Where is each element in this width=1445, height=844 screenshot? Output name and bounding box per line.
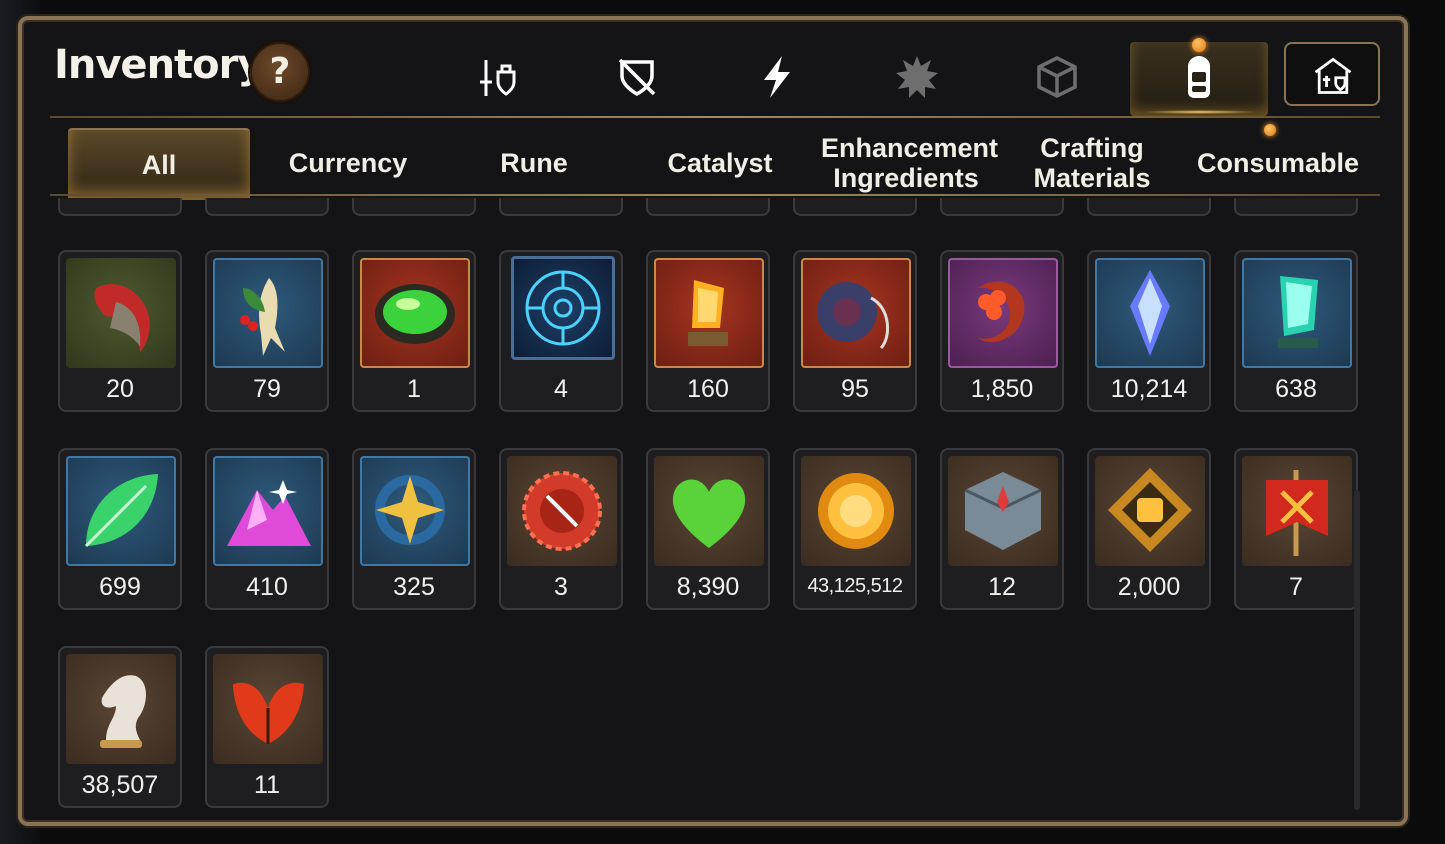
item-slot[interactable]: 325 xyxy=(352,448,476,610)
item-count: 11 xyxy=(254,771,280,799)
stone-cube-icon xyxy=(948,456,1058,566)
backpack-icon[interactable] xyxy=(1170,48,1228,106)
item-count: 95 xyxy=(841,375,869,403)
item-count: 410 xyxy=(246,573,288,601)
item-slot[interactable]: 7 xyxy=(1234,448,1358,610)
item-slot[interactable]: 410 xyxy=(205,448,329,610)
item-slot[interactable]: 2,000 xyxy=(1087,448,1211,610)
help-button[interactable]: ? xyxy=(250,42,310,102)
partial-slot xyxy=(940,198,1064,216)
scrollbar[interactable] xyxy=(1354,490,1360,810)
item-slot[interactable]: 4 xyxy=(499,250,623,412)
autumn-leaf-icon xyxy=(213,654,323,764)
character-equipment-icon[interactable] xyxy=(468,48,526,106)
fist-emblem-icon xyxy=(1095,456,1205,566)
item-count: 8,390 xyxy=(676,573,740,601)
item-slot[interactable]: 95 xyxy=(793,250,917,412)
tabs-divider xyxy=(50,194,1380,196)
green-gem-icon xyxy=(360,258,470,368)
notification-dot xyxy=(1264,124,1276,136)
item-slot[interactable]: 160 xyxy=(646,250,770,412)
item-count: 3 xyxy=(554,573,568,601)
crescent-flower-icon xyxy=(948,258,1058,368)
item-slot[interactable]: 638 xyxy=(1234,250,1358,412)
item-count: 4 xyxy=(554,375,568,403)
active-category-glow xyxy=(1142,110,1258,114)
filter-tabs: All Currency Rune Catalyst Enhancement I… xyxy=(62,128,1382,200)
pink-crystal-pile-icon xyxy=(213,456,323,566)
item-count: 699 xyxy=(99,573,141,601)
item-grid: 20 79 1 4 160 95 1,850 10,214 638 699 41… xyxy=(58,198,1368,818)
dice-icon[interactable] xyxy=(1028,48,1086,106)
ginseng-root-icon xyxy=(213,258,323,368)
red-banner-icon xyxy=(1242,456,1352,566)
knight-house-icon xyxy=(1304,48,1362,102)
item-count: 160 xyxy=(687,375,729,403)
partial-slot xyxy=(793,198,917,216)
lightning-icon[interactable] xyxy=(748,48,806,106)
notification-dot xyxy=(1192,38,1206,52)
tab-enhancement-ingredients[interactable]: Enhancement Ingredients xyxy=(816,128,998,198)
tab-rune[interactable]: Rune xyxy=(444,128,624,198)
item-count: 38,507 xyxy=(81,771,159,799)
item-count: 325 xyxy=(393,573,435,601)
pendant-ring-icon xyxy=(801,258,911,368)
star-compass-icon xyxy=(360,456,470,566)
item-count: 638 xyxy=(1275,375,1317,403)
gold-coin-icon xyxy=(801,456,911,566)
red-badge-icon xyxy=(507,456,617,566)
blue-rune-circle-icon xyxy=(511,256,615,360)
partial-slot xyxy=(205,198,329,216)
item-slot[interactable]: 1 xyxy=(352,250,476,412)
tab-all[interactable]: All xyxy=(68,128,250,200)
red-claw-icon xyxy=(66,258,176,368)
item-slot[interactable]: 79 xyxy=(205,250,329,412)
item-slot[interactable]: 8,390 xyxy=(646,448,770,610)
tab-crafting-materials[interactable]: Crafting Materials xyxy=(1002,128,1182,198)
tab-consumable[interactable]: Consumable xyxy=(1188,128,1368,198)
item-count: 12 xyxy=(988,573,1016,601)
header-divider xyxy=(50,116,1380,118)
item-slot[interactable]: 20 xyxy=(58,250,182,412)
amber-crystal-icon xyxy=(654,258,764,368)
item-count: 79 xyxy=(253,375,281,403)
item-count: 20 xyxy=(106,375,134,403)
green-heart-icon xyxy=(654,456,764,566)
item-slot[interactable]: 12 xyxy=(940,448,1064,610)
partial-slot xyxy=(646,198,770,216)
partial-slot xyxy=(352,198,476,216)
tab-catalyst[interactable]: Catalyst xyxy=(630,128,810,198)
item-count: 7 xyxy=(1289,573,1303,601)
tab-currency[interactable]: Currency xyxy=(258,128,438,198)
item-count: 1 xyxy=(407,375,421,403)
partial-slot xyxy=(1234,198,1358,216)
item-slot[interactable]: 38,507 xyxy=(58,646,182,808)
broken-shield-icon[interactable] xyxy=(608,48,666,106)
teal-crystal-icon xyxy=(1242,258,1352,368)
partial-slot xyxy=(58,198,182,216)
item-slot[interactable]: 1,850 xyxy=(940,250,1064,412)
item-slot[interactable]: 699 xyxy=(58,448,182,610)
blue-crystal-icon xyxy=(1095,258,1205,368)
item-count: 1,850 xyxy=(970,375,1034,403)
item-count: 43,125,512 xyxy=(807,575,903,597)
item-slot[interactable]: 43,125,512 xyxy=(793,448,917,610)
item-slot[interactable]: 10,214 xyxy=(1087,250,1211,412)
green-leaf-icon xyxy=(66,456,176,566)
inventory-panel: Inventory ? All Currency Rune Catalyst E… xyxy=(18,16,1408,826)
knight-house-button[interactable] xyxy=(1284,42,1380,106)
item-slot[interactable]: 3 xyxy=(499,448,623,610)
item-count: 2,000 xyxy=(1117,573,1181,601)
knight-chess-icon xyxy=(66,654,176,764)
item-slot[interactable]: 11 xyxy=(205,646,329,808)
page-title: Inventory xyxy=(54,42,263,88)
burst-icon[interactable] xyxy=(888,48,946,106)
item-count: 10,214 xyxy=(1110,375,1188,403)
partial-slot xyxy=(1087,198,1211,216)
partial-slot xyxy=(499,198,623,216)
